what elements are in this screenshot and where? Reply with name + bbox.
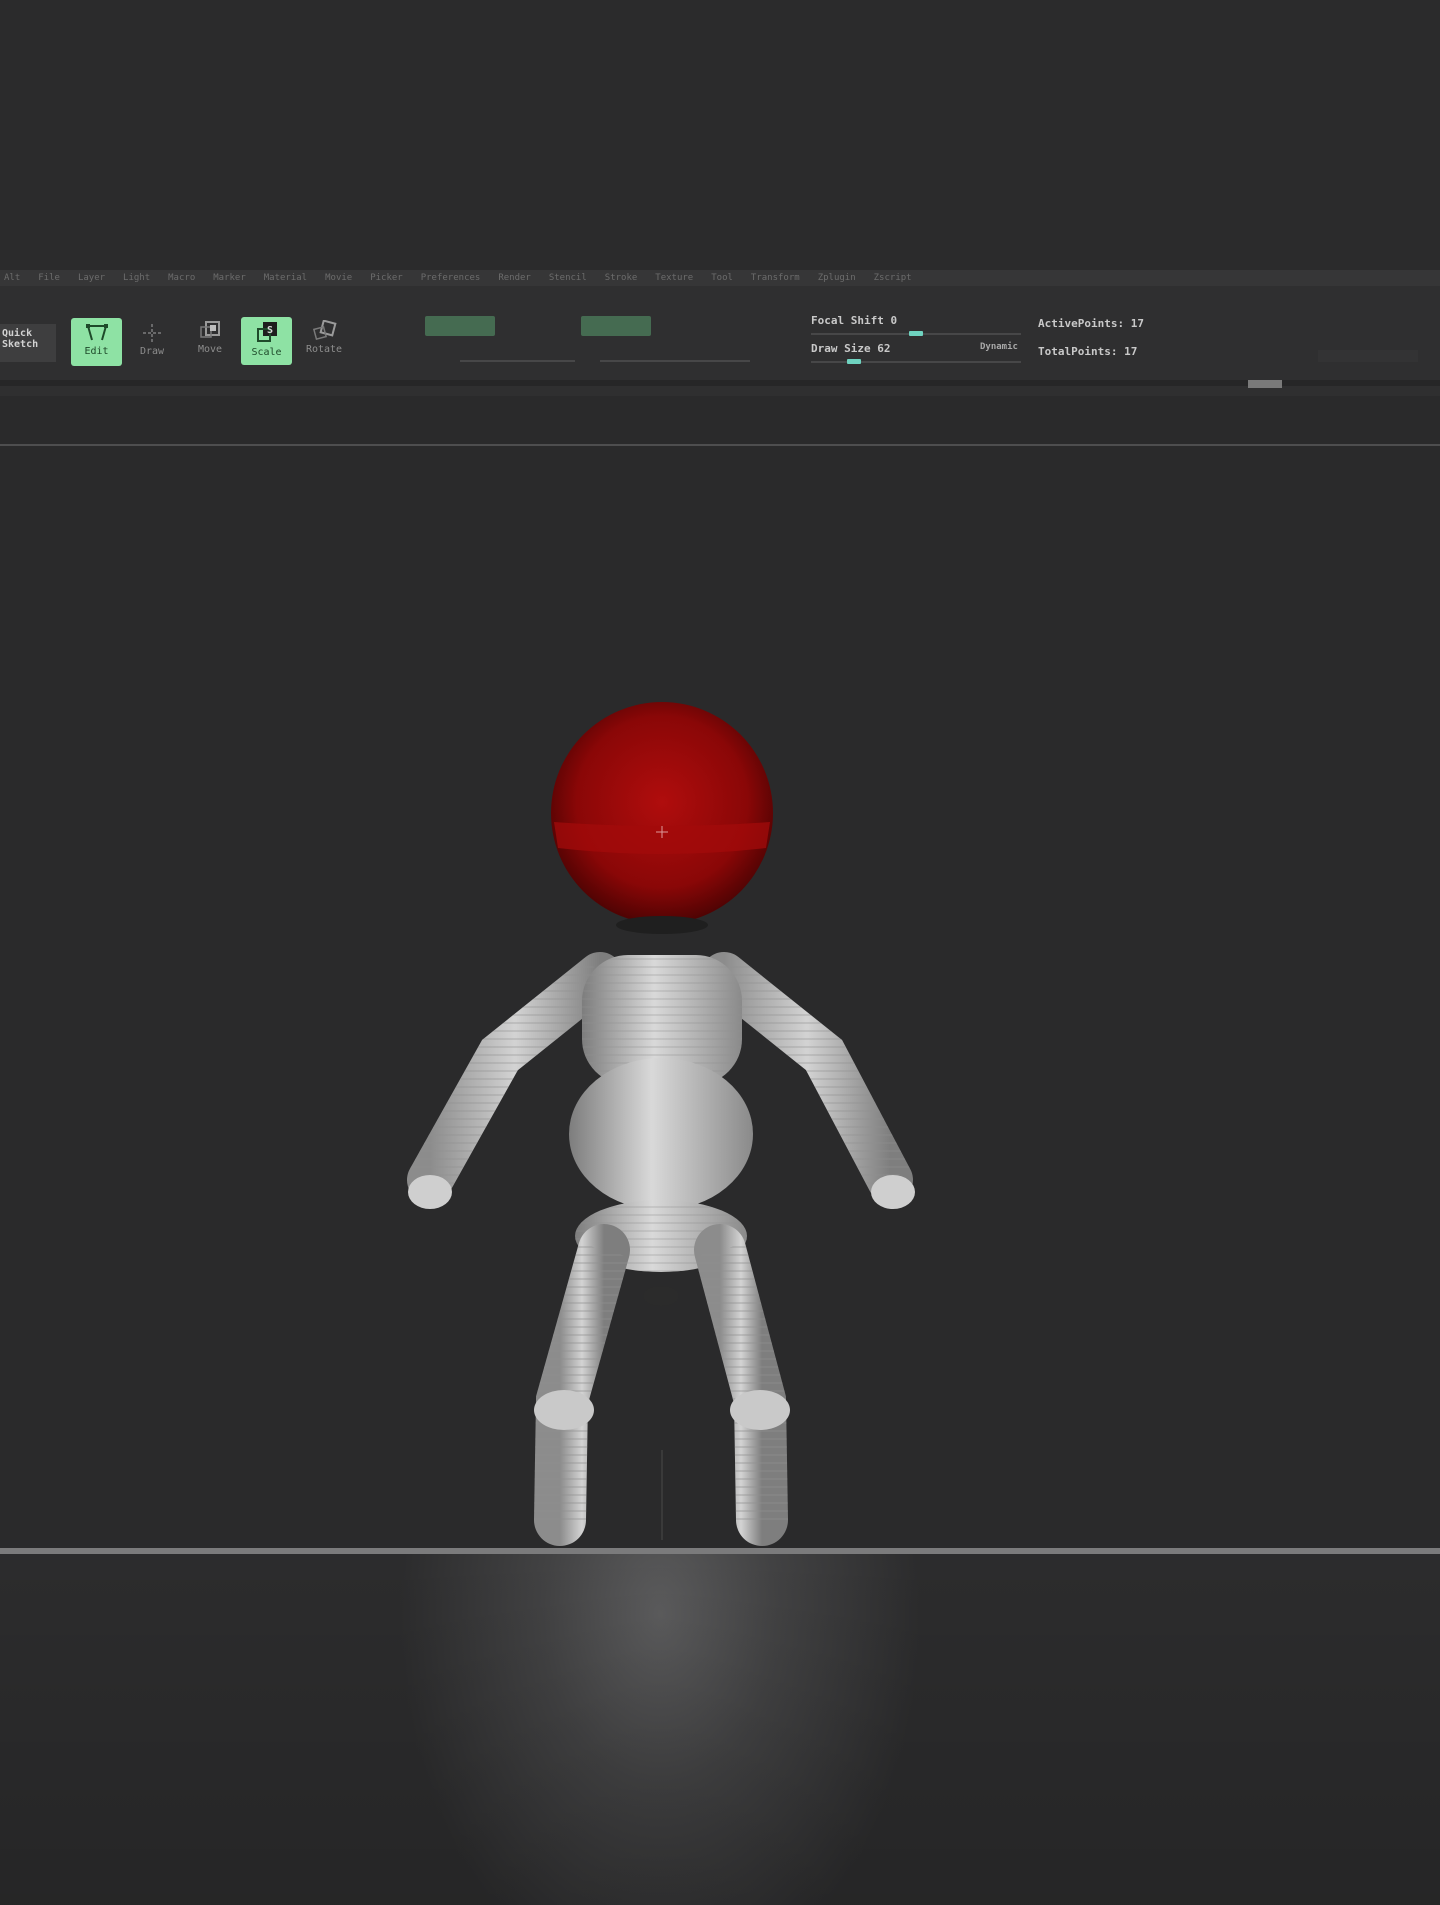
head-sphere[interactable] <box>551 702 773 924</box>
toolbar: Quick Sketch Edit Draw Move S Scale Rota… <box>0 286 1440 396</box>
menu-item-movie[interactable]: Movie <box>325 273 352 283</box>
edit-button[interactable]: Edit <box>71 318 122 366</box>
draw-size-label: Draw Size 62 <box>811 342 891 355</box>
draw-size-slider[interactable] <box>811 361 1021 363</box>
svg-text:S: S <box>267 325 273 336</box>
menu-item-material[interactable]: Material <box>264 273 307 283</box>
scale-button[interactable]: S Scale <box>241 317 292 365</box>
canvas-viewport[interactable] <box>0 446 1440 1550</box>
menu-item-marker[interactable]: Marker <box>213 273 246 283</box>
move-icon <box>200 321 220 338</box>
menu-item-stencil[interactable]: Stencil <box>549 273 587 283</box>
menu-item-render[interactable]: Render <box>498 273 531 283</box>
menu-item-zplugin[interactable]: Zplugin <box>818 273 856 283</box>
active-points-readout: ActivePoints: 17 <box>1038 317 1144 330</box>
zsphere-figure[interactable] <box>0 446 1440 1550</box>
left-leg[interactable] <box>534 1224 630 1546</box>
move-button[interactable]: Move <box>192 320 228 366</box>
rotate-label: Rotate <box>305 344 343 355</box>
draw-button[interactable]: Draw <box>134 322 170 366</box>
toolbar-scrollbar[interactable] <box>0 380 1440 386</box>
menu-item-stroke[interactable]: Stroke <box>605 273 638 283</box>
floor-shade <box>0 1554 1440 1905</box>
edit-icon <box>85 324 108 341</box>
rgb-intensity-track[interactable] <box>460 360 575 362</box>
toolbar-scrollbar-thumb[interactable] <box>1248 380 1282 388</box>
edit-label: Edit <box>84 346 109 357</box>
draw-size-thumb[interactable] <box>847 359 862 364</box>
menu-item-macro[interactable]: Macro <box>168 273 195 283</box>
menu-item-preferences[interactable]: Preferences <box>421 273 481 283</box>
menu-item-transform[interactable]: Transform <box>751 273 800 283</box>
right-leg[interactable] <box>694 1224 790 1546</box>
menu-item-light[interactable]: Light <box>123 273 150 283</box>
quick-sketch-button[interactable]: Quick Sketch <box>0 324 56 362</box>
menu-item-layer[interactable]: Layer <box>78 273 105 283</box>
right-arm[interactable] <box>701 952 915 1209</box>
menu-item-alt[interactable]: Alt <box>4 273 20 283</box>
dynamic-toggle[interactable]: Dynamic <box>980 342 1018 352</box>
move-label: Move <box>197 344 223 355</box>
rotate-button[interactable]: Rotate <box>304 320 344 366</box>
z-intensity-track[interactable] <box>600 360 750 362</box>
scale-label: Scale <box>251 347 282 358</box>
menu-item-tool[interactable]: Tool <box>711 273 733 283</box>
scale-icon: S <box>256 322 277 342</box>
split-button[interactable] <box>1318 350 1418 362</box>
top-blank-area <box>0 0 1440 270</box>
menu-item-picker[interactable]: Picker <box>370 273 403 283</box>
draw-label: Draw <box>139 346 165 357</box>
focal-shift-thumb[interactable] <box>909 331 923 336</box>
zadd-toggle[interactable] <box>581 316 651 336</box>
mrgb-toggle[interactable] <box>425 316 495 336</box>
menu-item-zscript[interactable]: Zscript <box>874 273 912 283</box>
draw-icon <box>143 324 161 342</box>
focal-shift-label: Focal Shift 0 <box>811 314 898 327</box>
total-points-readout: TotalPoints: 17 <box>1038 345 1138 358</box>
menu-item-file[interactable]: File <box>38 273 60 283</box>
menu-bar: Alt File Layer Light Macro Marker Material Movi… <box>0 270 1440 286</box>
menu-item-texture[interactable]: Texture <box>655 273 693 283</box>
left-arm[interactable] <box>407 952 623 1209</box>
rotate-icon <box>312 320 337 341</box>
